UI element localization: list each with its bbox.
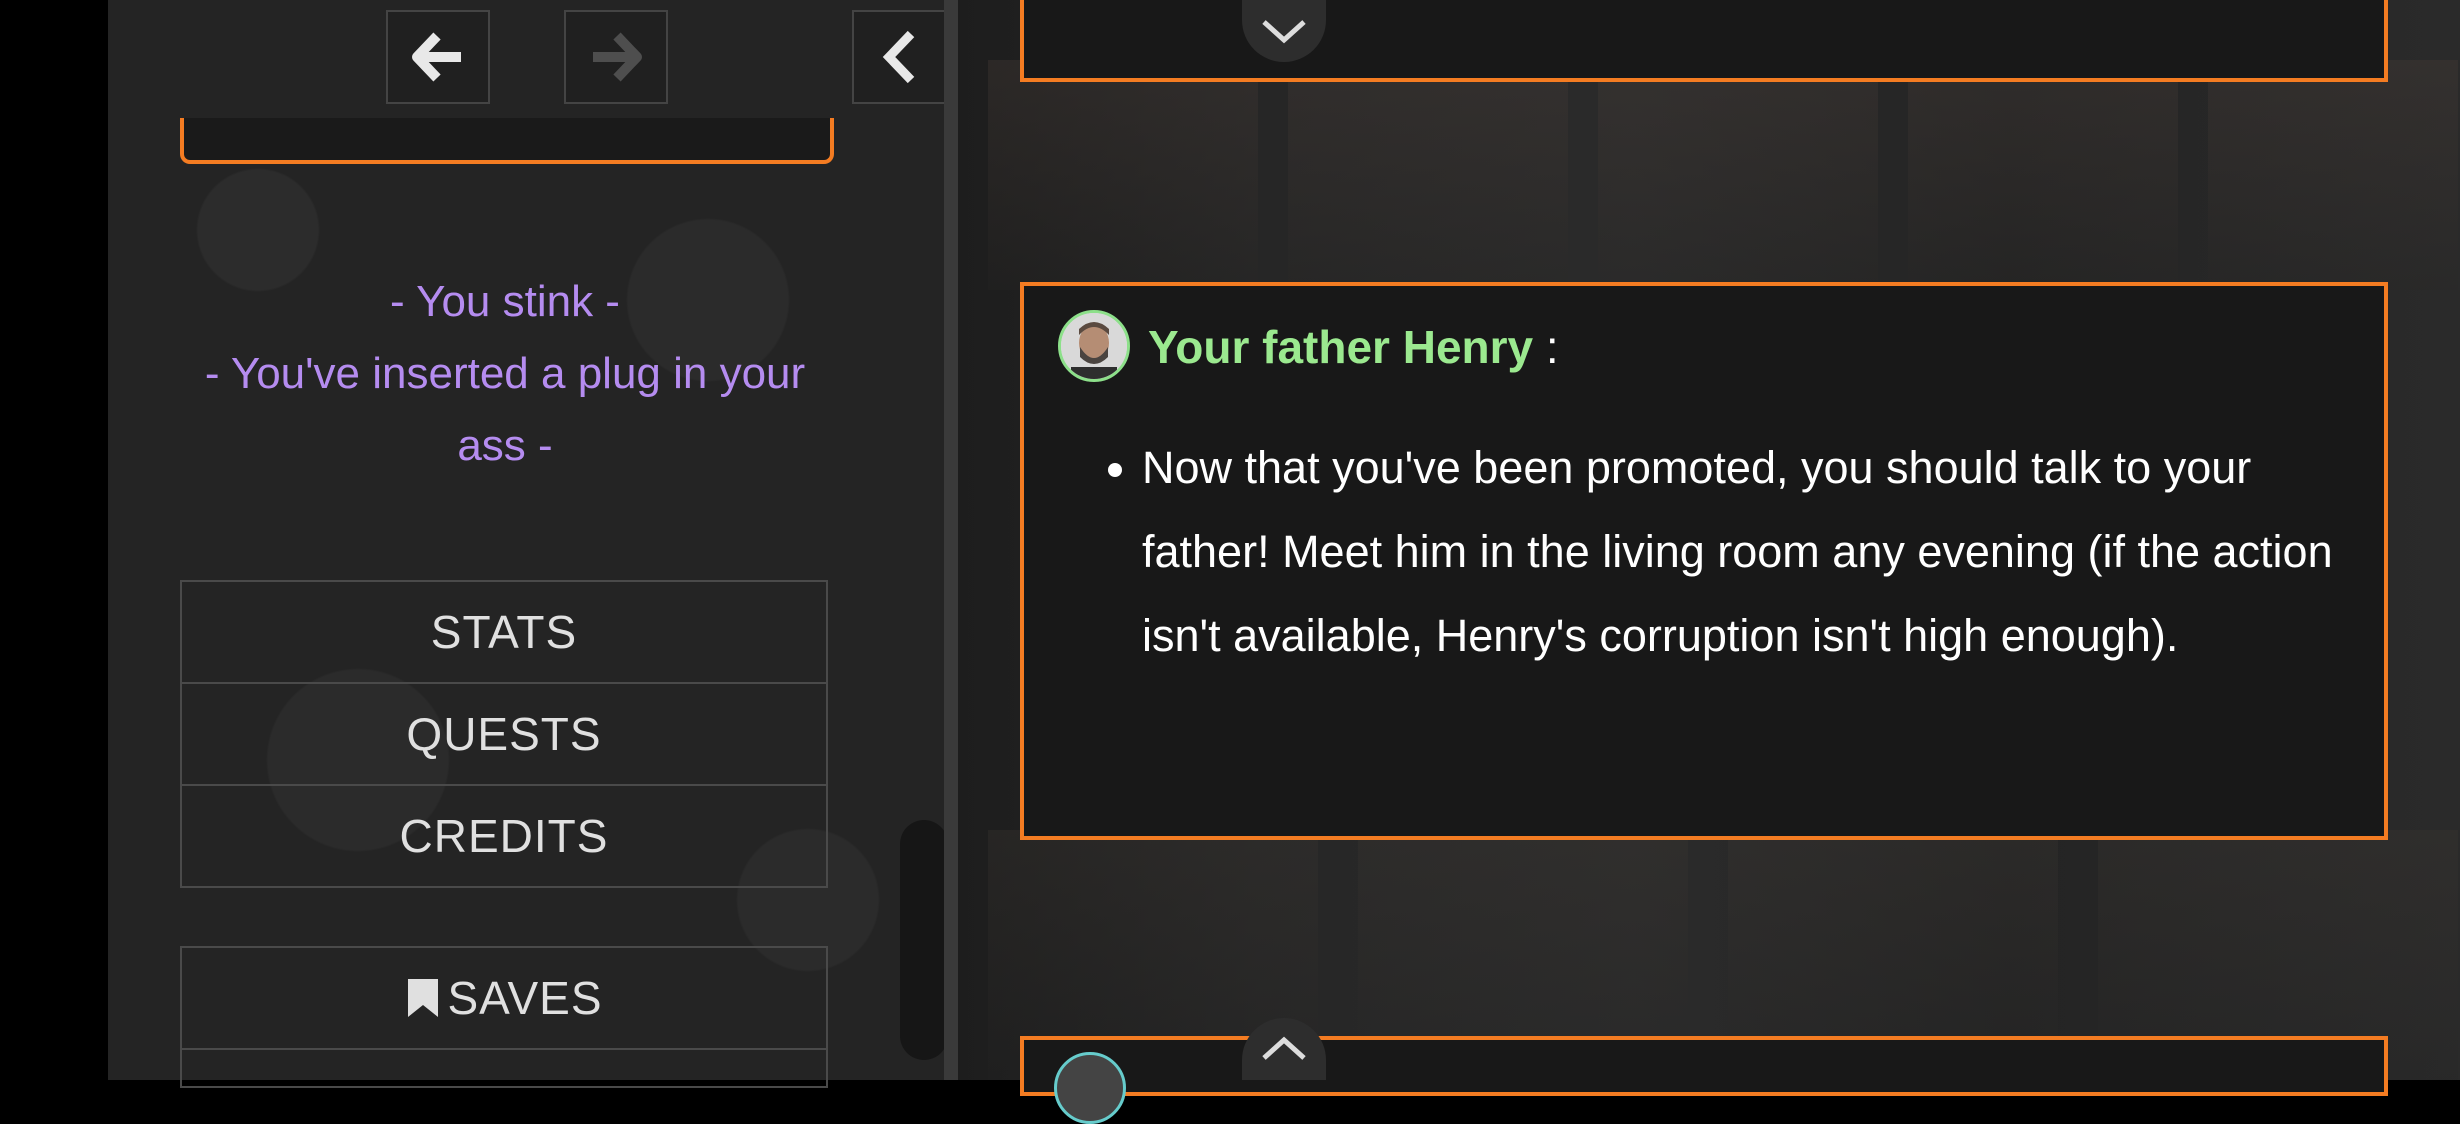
chevron-up-icon xyxy=(1262,1036,1306,1060)
bookmark-icon xyxy=(407,979,438,1017)
message-panel-henry: Your father Henry : Now that you've been… xyxy=(1020,282,2388,840)
list-item: Now that you've been promoted, you shoul… xyxy=(1142,426,2382,678)
avatar xyxy=(1054,1052,1126,1124)
sidebar-scrollbar[interactable] xyxy=(900,820,948,1060)
message-panel-next xyxy=(1020,1036,2388,1124)
left-edge-bar xyxy=(0,0,108,1080)
chevron-down-icon xyxy=(1262,20,1306,44)
background-photo xyxy=(1288,60,1568,290)
background-photo xyxy=(988,60,1258,290)
saves-menu: SAVES xyxy=(180,946,828,1088)
message-header: Your father Henry : xyxy=(1148,314,1559,380)
quests-button[interactable]: QUESTS xyxy=(180,682,828,786)
stats-button[interactable]: STATS xyxy=(180,580,828,684)
message-panel-previous xyxy=(1020,0,2388,82)
saves-button[interactable]: SAVES xyxy=(180,946,828,1050)
sidebar-divider xyxy=(944,0,958,1080)
background-photo xyxy=(1598,60,1878,290)
back-button[interactable] xyxy=(386,10,490,104)
sidebar-menu: STATS QUESTS CREDITS xyxy=(180,580,828,888)
message-list: Now that you've been promoted, you shoul… xyxy=(1102,426,2382,678)
arrow-right-icon xyxy=(593,32,642,82)
speaker-separator: : xyxy=(1533,321,1559,373)
forward-button[interactable] xyxy=(564,10,668,104)
arrow-left-icon xyxy=(412,32,461,82)
avatar xyxy=(1058,310,1130,382)
status-effect-stink: - You stink - xyxy=(390,277,620,326)
next-menu-button[interactable] xyxy=(180,1048,828,1088)
collapse-sidebar-button[interactable] xyxy=(852,10,946,104)
credits-button[interactable]: CREDITS xyxy=(180,784,828,888)
saves-label: SAVES xyxy=(447,972,603,1024)
sidebar-panel xyxy=(180,118,834,164)
background-photo xyxy=(1908,60,2178,290)
background-photo xyxy=(2208,60,2458,290)
status-effect-plug: - You've inserted a plug in your ass - xyxy=(204,349,806,470)
speaker-name: Your father Henry xyxy=(1148,321,1534,373)
chevron-left-icon xyxy=(882,30,915,84)
